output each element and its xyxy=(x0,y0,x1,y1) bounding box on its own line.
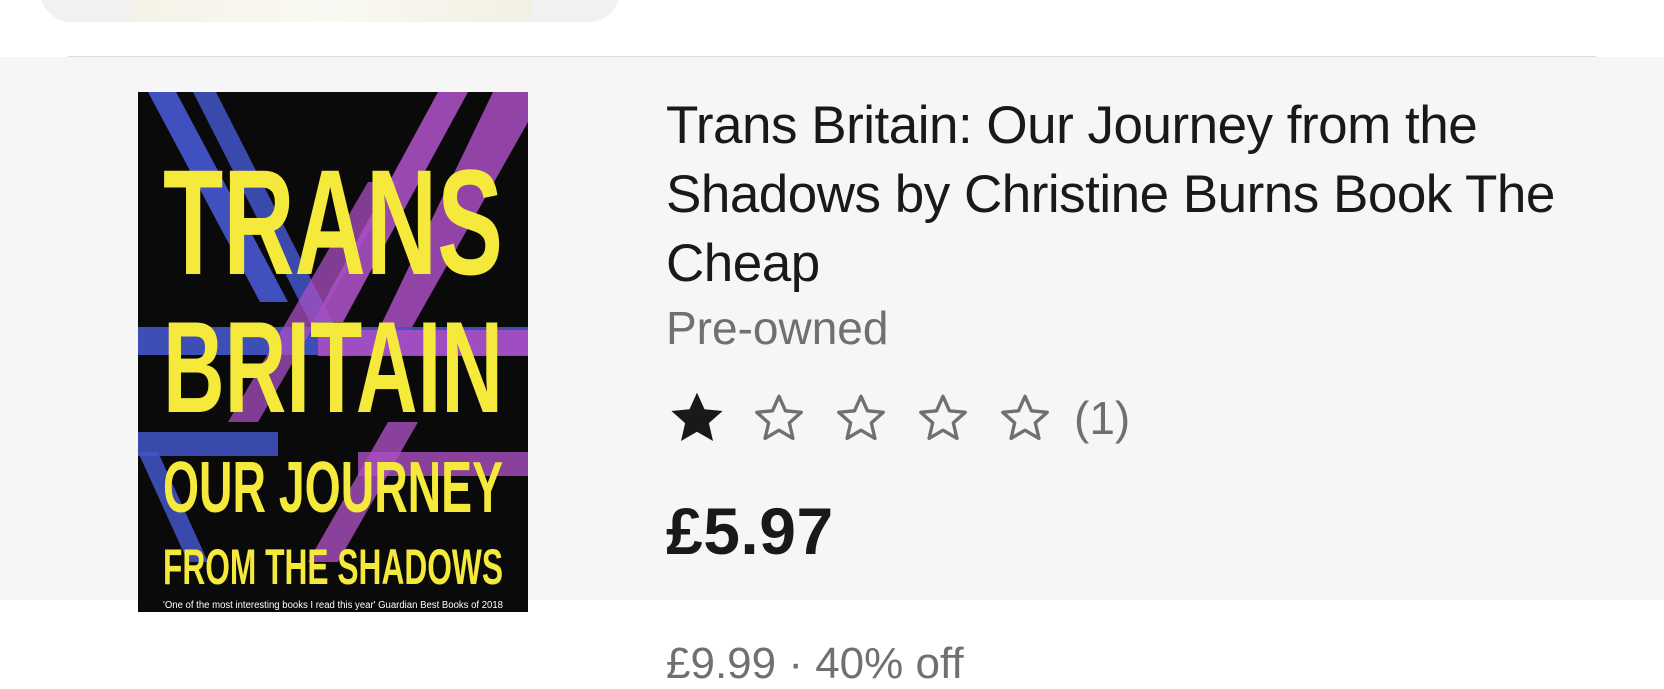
cover-title-line1: TRANS xyxy=(163,138,503,306)
listing-info: Trans Britain: Our Journey from the Shad… xyxy=(666,91,1606,358)
previous-item-thumbnail xyxy=(132,0,532,22)
star-outline-icon xyxy=(830,387,892,449)
current-price: £5.97 xyxy=(666,494,834,568)
original-price: £9.99 · 40% off xyxy=(666,639,964,688)
cover-title-line2: BRITAIN xyxy=(163,294,503,440)
star-outline-icon xyxy=(912,387,974,449)
item-condition: Pre-owned xyxy=(666,302,889,354)
star-rating[interactable]: (1) xyxy=(666,383,1130,453)
listing-title[interactable]: Trans Britain: Our Journey from the Shad… xyxy=(666,91,1606,298)
review-count[interactable]: (1) xyxy=(1074,391,1130,445)
star-outline-icon xyxy=(994,387,1056,449)
cover-subtitle-line2: FROM THE SHADOWS xyxy=(163,539,503,595)
top-bar xyxy=(0,0,1664,57)
star-outline-icon xyxy=(748,387,810,449)
cover-subtitle-line1: OUR JOURNEY xyxy=(163,448,503,528)
listing-card[interactable]: TRANS BRITAIN OUR JOURNEY FROM THE SHADO… xyxy=(0,57,1664,688)
book-cover-image[interactable]: TRANS BRITAIN OUR JOURNEY FROM THE SHADO… xyxy=(138,92,528,612)
cover-blurb: 'One of the most interesting books I rea… xyxy=(163,600,503,611)
star-filled-icon xyxy=(666,387,728,449)
